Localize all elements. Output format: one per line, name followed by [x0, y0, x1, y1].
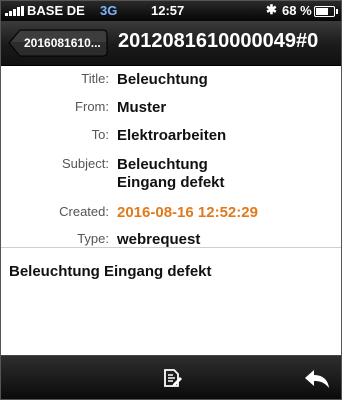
page-title: 2012081610000049#0	[118, 30, 319, 52]
subject-line-1: Beleuchtung	[117, 156, 208, 173]
section-divider	[1, 247, 341, 248]
navigation-bar: 2016081610... 2012081610000049#0	[1, 21, 341, 66]
type-label: Type:	[77, 231, 109, 246]
title-label: Title:	[81, 71, 109, 86]
created-value: 2016-08-16 12:52:29	[117, 204, 258, 221]
message-body: Beleuchtung Eingang defekt	[9, 263, 212, 280]
to-label: To:	[91, 127, 109, 142]
network-type: 3G	[100, 3, 118, 18]
app-frame: BASE DE 3G 12:57 ✱ 68 % 2016081610... 20…	[0, 0, 342, 400]
subject-line-2: Eingang defekt	[117, 174, 225, 191]
compose-note-icon[interactable]	[161, 367, 183, 394]
to-value: Elektroarbeiten	[117, 127, 227, 144]
status-bar: BASE DE 3G 12:57 ✱ 68 %	[1, 1, 341, 21]
title-value: Beleuchtung	[117, 71, 208, 88]
battery-icon	[314, 6, 338, 17]
bottom-toolbar	[1, 355, 341, 399]
subject-label: Subject:	[62, 156, 109, 171]
bluetooth-icon: ✱	[266, 2, 277, 17]
subject-value: Beleuchtung Eingang defekt	[117, 156, 225, 192]
carrier-name: BASE DE	[27, 3, 85, 18]
back-button-label: 2016081610...	[24, 36, 101, 50]
signal-icon	[5, 6, 24, 16]
battery-percent: 68 %	[282, 3, 312, 18]
reply-icon[interactable]	[303, 368, 331, 395]
back-button[interactable]: 2016081610...	[8, 29, 108, 57]
from-value: Muster	[117, 99, 167, 116]
status-time: 12:57	[151, 3, 185, 18]
created-label: Created:	[59, 204, 109, 219]
from-label: From:	[75, 99, 109, 114]
